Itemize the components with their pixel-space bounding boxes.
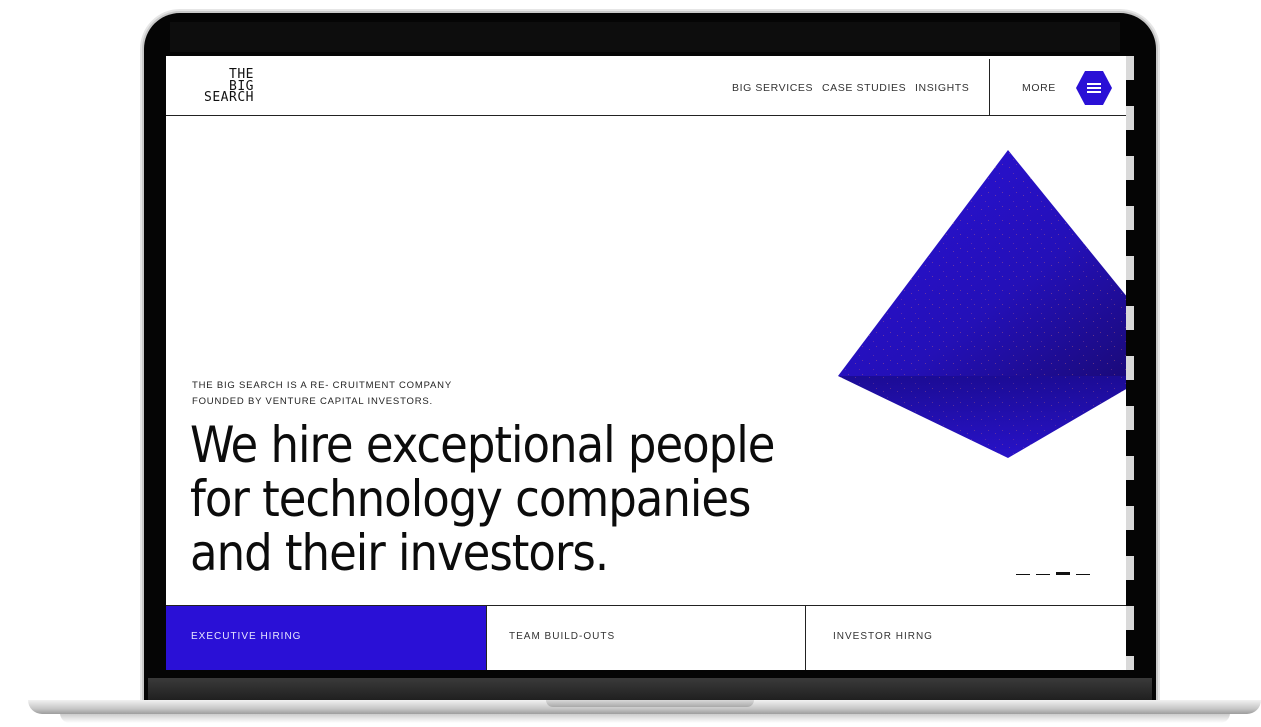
laptop-bezel-top bbox=[170, 22, 1120, 52]
intro-line: FOUNDED BY VENTURE CAPITAL INVESTORS. bbox=[192, 396, 433, 407]
hamburger-icon bbox=[1087, 83, 1101, 93]
logo-line: SEARCH bbox=[204, 90, 254, 105]
tab-label: EXECUTIVE HIRING bbox=[191, 631, 302, 642]
nav-insights[interactable]: INSIGHTS bbox=[915, 82, 969, 94]
headline-line: We hire exceptional people bbox=[190, 416, 775, 474]
slide-indicator-active[interactable] bbox=[1056, 572, 1070, 575]
laptop-shadow bbox=[60, 713, 1230, 723]
header-divider bbox=[166, 115, 1126, 116]
tab-team-build-outs[interactable]: TEAM BUILD-OUTS bbox=[486, 606, 806, 670]
slide-indicator[interactable] bbox=[1016, 573, 1030, 575]
intro-line: THE BIG SEARCH IS A RE- CRUITMENT COMPAN… bbox=[192, 380, 452, 391]
brand-logo[interactable]: THE BIG SEARCH bbox=[188, 68, 254, 105]
slide-indicator[interactable] bbox=[1076, 573, 1090, 575]
laptop-notch bbox=[546, 700, 754, 707]
hero-headline: We hire exceptional people for technolog… bbox=[190, 418, 890, 580]
headline-line: and their investors. bbox=[190, 524, 609, 582]
slide-indicator[interactable] bbox=[1036, 573, 1050, 575]
headline-line: for technology companies bbox=[190, 470, 752, 528]
nav-divider bbox=[989, 59, 990, 115]
tab-label: INVESTOR HIRNG bbox=[833, 631, 933, 642]
slide-pager bbox=[1016, 572, 1090, 575]
website-screen: THE BIG SEARCH BIG SERVICES CASE STUDIES… bbox=[166, 56, 1126, 670]
screen-edge bbox=[1126, 56, 1134, 670]
intro-text: THE BIG SEARCH IS A RE- CRUITMENT COMPAN… bbox=[192, 378, 512, 410]
menu-button[interactable] bbox=[1076, 71, 1112, 105]
nav-more[interactable]: MORE bbox=[1022, 82, 1056, 94]
nav-big-services[interactable]: BIG SERVICES bbox=[732, 82, 813, 94]
nav-case-studies[interactable]: CASE STUDIES bbox=[822, 82, 906, 94]
tab-investor-hiring[interactable]: INVESTOR HIRNG bbox=[805, 606, 1126, 670]
tab-label: TEAM BUILD-OUTS bbox=[509, 631, 616, 642]
tab-executive-hiring[interactable]: EXECUTIVE HIRING bbox=[166, 606, 486, 670]
